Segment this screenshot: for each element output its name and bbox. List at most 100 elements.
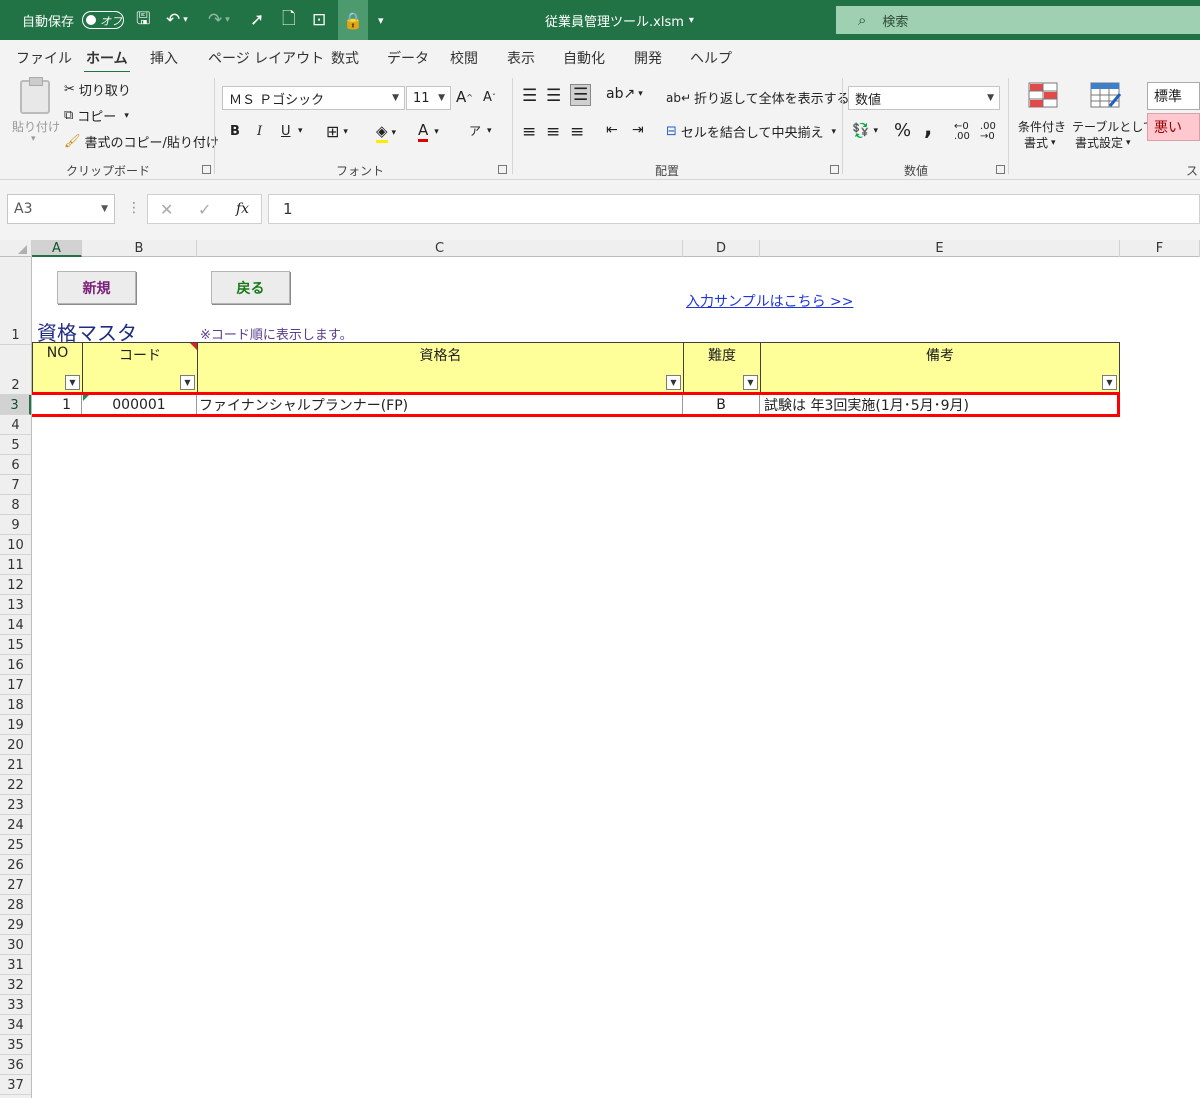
conditional-formatting-icon[interactable] (1028, 82, 1060, 110)
row-header[interactable]: 18 (0, 695, 31, 715)
input-sample-link[interactable]: 入力サンプルはこちら >> (686, 291, 854, 311)
row-header[interactable]: 8 (0, 495, 31, 515)
comment-indicator[interactable] (190, 343, 197, 350)
cut-button[interactable]: ✂ 切り取り (64, 80, 131, 99)
decrease-font-icon[interactable]: Aˇ (483, 90, 496, 105)
tab-automate[interactable]: 自動化 (563, 48, 605, 68)
row-header[interactable]: 22 (0, 775, 31, 795)
tab-developer[interactable]: 開発 (634, 48, 662, 68)
row-header[interactable]: 25 (0, 835, 31, 855)
comma-button[interactable]: , (924, 116, 932, 141)
merge-center-button[interactable]: ⊟ セルを結合して中央揃え ▾ (666, 122, 836, 141)
tab-insert[interactable]: 挿入 (150, 48, 178, 68)
increase-decimal-icon[interactable]: ←0.00 (954, 122, 970, 142)
align-right-icon[interactable]: ≡ (570, 122, 584, 142)
row-header[interactable]: 9 (0, 515, 31, 535)
phonetic-icon[interactable]: ア ▾ (469, 122, 492, 139)
underline-dropdown-icon[interactable]: ▾ (298, 126, 303, 136)
number-launcher-icon[interactable] (996, 165, 1005, 174)
column-header-e[interactable]: E (760, 240, 1120, 257)
customize-qat-icon[interactable]: ▾ (378, 0, 384, 40)
font-color-icon[interactable]: A ▾ (418, 121, 439, 142)
italic-button[interactable]: I (257, 124, 262, 139)
row-header[interactable]: 17 (0, 675, 31, 695)
cancel-icon[interactable]: ✕ (160, 200, 173, 219)
style-normal[interactable]: 標準 (1147, 82, 1200, 110)
row-header[interactable]: 12 (0, 575, 31, 595)
file-name[interactable]: 従業員管理ツール.xlsm ▾ (545, 0, 694, 40)
select-all-corner[interactable] (0, 240, 32, 257)
tab-page-layout[interactable]: ページ レイアウト (208, 48, 324, 68)
column-header-f[interactable]: F (1120, 240, 1200, 257)
align-bottom-icon[interactable]: ☰ (570, 84, 592, 106)
column-header-b[interactable]: B (82, 240, 197, 257)
row-header[interactable]: 19 (0, 715, 31, 735)
wrap-text-button[interactable]: ab↵ 折り返して全体を表示する (666, 88, 850, 108)
row-header[interactable]: 35 (0, 1035, 31, 1055)
clipboard-launcher-icon[interactable] (202, 165, 211, 174)
undo-icon[interactable]: ↶ ▾ (166, 0, 188, 40)
lock-icon[interactable]: 🔒 (338, 0, 368, 40)
enter-icon[interactable]: ✓ (198, 200, 211, 219)
format-as-table-button[interactable]: 書式設定 ▾ (1075, 134, 1131, 151)
conditional-formatting-button[interactable]: 書式 ▾ (1024, 134, 1056, 151)
row-header[interactable]: 20 (0, 735, 31, 755)
paste-label[interactable]: 貼り付け (12, 118, 60, 135)
row-header[interactable]: 37 (0, 1075, 31, 1095)
orientation-icon[interactable]: ab↗ ▾ (606, 86, 643, 102)
row-header[interactable]: 5 (0, 435, 31, 455)
decrease-decimal-icon[interactable]: .00 →0 (980, 122, 996, 142)
format-as-table-icon[interactable] (1090, 82, 1122, 110)
tab-view[interactable]: 表示 (507, 48, 535, 68)
tab-help[interactable]: ヘルプ (690, 48, 732, 68)
redo-icon[interactable]: ↷ ▾ (208, 0, 230, 40)
format-painter-button[interactable]: 🖌 書式のコピー/貼り付け (64, 132, 219, 151)
row-header[interactable]: 30 (0, 935, 31, 955)
style-bad[interactable]: 悪い (1147, 113, 1200, 141)
paste-dropdown-icon[interactable]: ▾ (31, 134, 36, 144)
tab-review[interactable]: 校閲 (450, 48, 478, 68)
format-as-table-label[interactable]: テーブルとして (1072, 118, 1155, 135)
align-left-icon[interactable]: ≡ (522, 122, 536, 142)
paste-icon[interactable] (20, 77, 50, 114)
decrease-indent-icon[interactable]: ⇤ (606, 122, 618, 138)
row-header[interactable]: 24 (0, 815, 31, 835)
worksheet[interactable]: 新規 戻る 入力サンプルはこちら >> 資格マスタ ※コード順に表示します。 N… (32, 257, 1200, 1098)
align-center-icon[interactable]: ≡ (546, 122, 560, 142)
tab-formulas[interactable]: 数式 (331, 48, 359, 68)
text-box-icon[interactable]: ⊡ (312, 0, 326, 40)
formula-input[interactable]: 1 (268, 194, 1200, 224)
row-header[interactable]: 7 (0, 475, 31, 495)
row-header[interactable]: 27 (0, 875, 31, 895)
row-header[interactable]: 26 (0, 855, 31, 875)
row-header[interactable]: 16 (0, 655, 31, 675)
tab-data[interactable]: データ (387, 48, 429, 68)
row-header-selected[interactable]: 3 (0, 395, 31, 415)
tab-home[interactable]: ホーム (84, 48, 130, 74)
filter-dropdown-icon[interactable]: ▼ (65, 375, 80, 390)
row-header[interactable]: 10 (0, 535, 31, 555)
increase-indent-icon[interactable]: ⇥ (632, 122, 644, 138)
conditional-formatting-label[interactable]: 条件付き (1018, 118, 1066, 135)
column-header-a[interactable]: A (32, 240, 82, 257)
search-box[interactable]: ⌕ 検索 (836, 6, 1200, 34)
row-header[interactable]: 34 (0, 1015, 31, 1035)
alignment-launcher-icon[interactable] (830, 165, 839, 174)
select-pointer-icon[interactable]: ➚ (250, 0, 264, 40)
filter-dropdown-icon[interactable]: ▼ (1102, 375, 1117, 390)
row-header[interactable]: 15 (0, 635, 31, 655)
row-header[interactable]: 4 (0, 415, 31, 435)
accounting-format-icon[interactable]: 💱 ▾ (852, 123, 878, 139)
font-name-select[interactable]: ＭＳ Ｐゴシック ▼ (222, 86, 405, 110)
row-header[interactable]: 29 (0, 915, 31, 935)
filter-dropdown-icon[interactable]: ▼ (180, 375, 195, 390)
borders-icon[interactable]: ⊞ ▾ (326, 122, 348, 141)
row-header[interactable]: 11 (0, 555, 31, 575)
row-header[interactable]: 13 (0, 595, 31, 615)
column-header-d[interactable]: D (683, 240, 760, 257)
new-button[interactable]: 新規 (57, 271, 136, 304)
align-middle-icon[interactable]: ☰ (546, 86, 561, 106)
drag-handle-icon[interactable]: ⋮ (127, 200, 141, 216)
column-header-c[interactable]: C (197, 240, 683, 257)
back-button[interactable]: 戻る (211, 271, 290, 304)
